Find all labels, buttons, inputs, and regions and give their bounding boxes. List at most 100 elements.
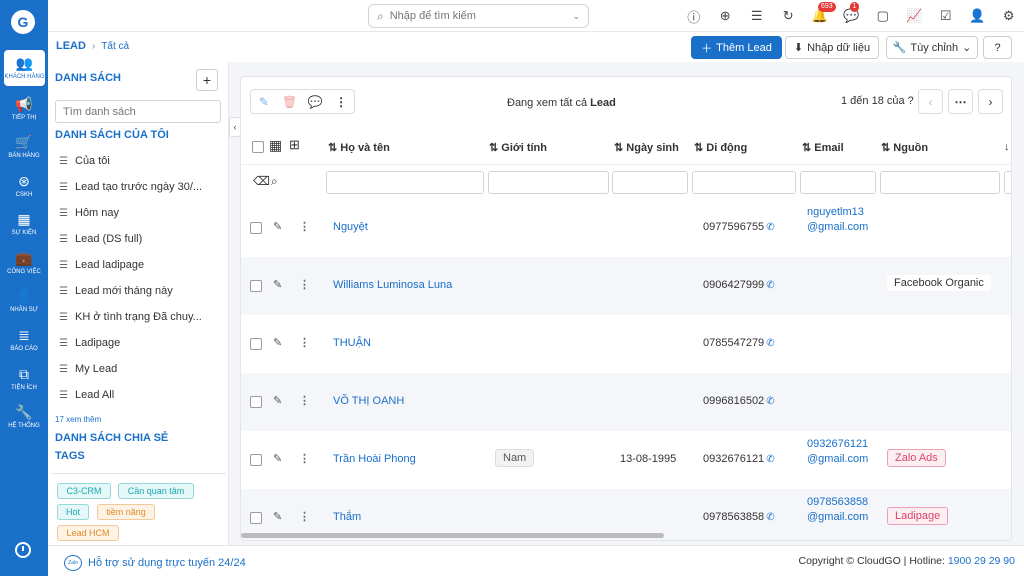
table-row[interactable]: ✎ ⋮ VÕ THỊ OANH 0996816502 ✆ [241,373,1011,431]
list-item[interactable]: ☰ Lead ladipage [59,254,217,276]
phone-icon[interactable]: ✆ [766,454,774,465]
edit-icon[interactable]: ✎ [273,510,282,523]
more-vertical-icon[interactable]: ⋮ [299,452,310,465]
column-header-gender[interactable]: ⇅ Giới tính [489,141,547,154]
row-checkbox[interactable] [250,454,262,466]
show-more-link[interactable]: 17 xem thêm [55,415,101,424]
tag-chip[interactable]: C3-CRM [57,483,111,499]
shared-lists-heading[interactable]: DANH SÁCH CHIA SẺ [55,432,168,444]
row-checkbox[interactable] [250,338,262,350]
search-input[interactable] [389,10,560,22]
breadcrumb-module[interactable]: LEAD [56,40,86,52]
add-lead-button[interactable]: ＋ Thêm Lead [691,36,782,59]
prev-page-button[interactable]: ‹ [918,89,943,114]
nav-item-2[interactable]: 🛒 BÁN HÀNG [0,129,48,165]
column-header-mobile[interactable]: ⇅ Di động [694,141,747,154]
column-header-source[interactable]: ⇅ Nguồn [881,141,928,154]
list-item[interactable]: ☰ Lead All [59,384,217,406]
list-icon[interactable]: ☰ [741,4,773,28]
row-checkbox[interactable] [250,280,262,292]
lead-name-link[interactable]: Williams Luminosa Luna [333,279,452,291]
chart-icon[interactable]: 📈 [899,4,931,28]
email-link[interactable]: 0978563858@gmail.com [807,495,871,525]
my-lists-heading[interactable]: DANH SÁCH CỦA TÔI [55,129,169,141]
edit-icon[interactable]: ✎ [251,90,277,113]
lead-name-link[interactable]: VÕ THỊ OANH [333,395,404,407]
horizontal-scrollbar[interactable] [241,533,664,538]
edit-icon[interactable]: ✎ [273,278,282,291]
list-item[interactable]: ☰ My Lead [59,358,217,380]
table-row[interactable]: ✎ ⋮ THUẬN 0785547279 ✆ [241,315,1011,373]
row-checkbox[interactable] [250,512,262,524]
nav-item-1[interactable]: 📢 TIẾP THỊ [0,91,48,127]
lead-name-link[interactable]: Thắm [333,511,361,523]
tags-heading[interactable]: TAGS [55,450,85,462]
eraser-icon[interactable]: ⌫ [253,174,270,188]
more-vertical-icon[interactable]: ⋮ [299,220,310,233]
nav-item-6[interactable]: 👤 NHÂN SỰ [0,283,48,319]
phone-icon[interactable]: ✆ [766,338,774,349]
delete-icon[interactable]: 🗑 [277,90,303,113]
tag-chip[interactable]: tiềm năng [97,504,155,520]
task-icon[interactable]: ☑ [930,4,962,28]
filter-email[interactable] [800,171,876,194]
nav-item-3[interactable]: ⊛ CSKH [0,168,48,204]
refresh-icon[interactable]: ↻ [773,4,805,28]
cloudgo-logo[interactable]: G [11,10,35,34]
comment-icon[interactable]: 💬 [303,90,329,113]
edit-icon[interactable]: ✎ [273,452,282,465]
more-vertical-icon[interactable]: ⋮ [328,90,354,113]
nav-item-4[interactable]: ▦ SỰ KIỆN [0,206,48,242]
nav-item-8[interactable]: ⧉ TIỆN ÍCH [0,361,48,397]
table-view-icon[interactable]: ▦ [269,137,282,154]
filter-name[interactable] [326,171,484,194]
table-row[interactable]: ✎ ⋮ Nguyệt 0977596755 ✆ nguyetlm13@gmail.com [241,199,1011,257]
alert-icon[interactable]: ⓘ [678,4,710,28]
phone-icon[interactable]: ✆ [766,512,774,523]
list-search-input[interactable] [55,100,221,123]
help-button[interactable]: ? [983,36,1012,59]
list-item[interactable]: ☰ Lead tạo trước ngày 30/... [59,176,217,198]
column-header-dob[interactable]: ⇅ Ngày sinh [614,141,679,154]
nav-item-0[interactable]: 👥 KHÁCH HÀNG [4,50,45,86]
phone-icon[interactable]: ✆ [766,396,774,407]
more-vertical-icon[interactable]: ⋮ [299,510,310,523]
add-circle-icon[interactable]: ⊕ [710,4,742,28]
filter-mobile[interactable] [692,171,796,194]
email-link[interactable]: nguyetlm13@gmail.com [807,205,871,235]
column-header-sort-more[interactable]: ↓ [1004,141,1010,153]
settings-icon[interactable]: ⚙ [993,4,1024,28]
phone-icon[interactable]: ✆ [766,280,774,291]
lead-name-link[interactable]: Nguyệt [333,221,368,233]
filter-next[interactable] [1004,171,1011,194]
import-data-button[interactable]: ⬇ Nhập dữ liệu [785,36,879,59]
edit-icon[interactable]: ✎ [273,394,282,407]
column-header-email[interactable]: ⇅ Email [802,141,844,154]
lead-name-link[interactable]: THUẬN [333,337,371,349]
phone-icon[interactable]: ✆ [766,222,774,233]
nav-item-7[interactable]: ≣ BÁO CÁO [0,322,48,358]
list-item[interactable]: ☰ Hôm nay [59,202,217,224]
filter-source[interactable] [880,171,1000,194]
filter-gender[interactable] [488,171,609,194]
nav-item-5[interactable]: 💼 CÔNG VIỆC [0,245,48,281]
list-item[interactable]: ☰ Lead mới tháng này [59,280,217,302]
more-vertical-icon[interactable]: ⋮ [299,278,310,291]
more-vertical-icon[interactable]: ⋮ [299,336,310,349]
search-icon[interactable]: ⌕ [271,174,278,189]
add-list-button[interactable]: + [196,69,218,91]
table-row[interactable]: ✎ ⋮ Williams Luminosa Luna 0906427999 ✆ Faceb… [241,257,1011,315]
list-item[interactable]: ☰ KH ở tình trạng Đã chuy... [59,306,217,328]
chat-icon[interactable]: 💬 1 [836,2,868,28]
email-link[interactable]: 0932676121@gmail.com [807,437,871,467]
row-checkbox[interactable] [250,396,262,408]
edit-icon[interactable]: ✎ [273,336,282,349]
online-support-link[interactable]: Zalo Hỗ trợ sử dụng trực tuyến 24/24 [64,555,246,571]
customize-button[interactable]: 🔧 Tùy chỉnh ⌄ [886,36,978,59]
filter-dob[interactable] [612,171,688,194]
chevron-down-icon[interactable]: ⌄ [572,11,580,22]
more-vertical-icon[interactable]: ⋮ [299,394,310,407]
row-checkbox[interactable] [250,222,262,234]
tag-chip[interactable]: Hot [57,504,89,520]
nav-item-9[interactable]: 🔧 HỆ THỐNG [0,399,48,435]
